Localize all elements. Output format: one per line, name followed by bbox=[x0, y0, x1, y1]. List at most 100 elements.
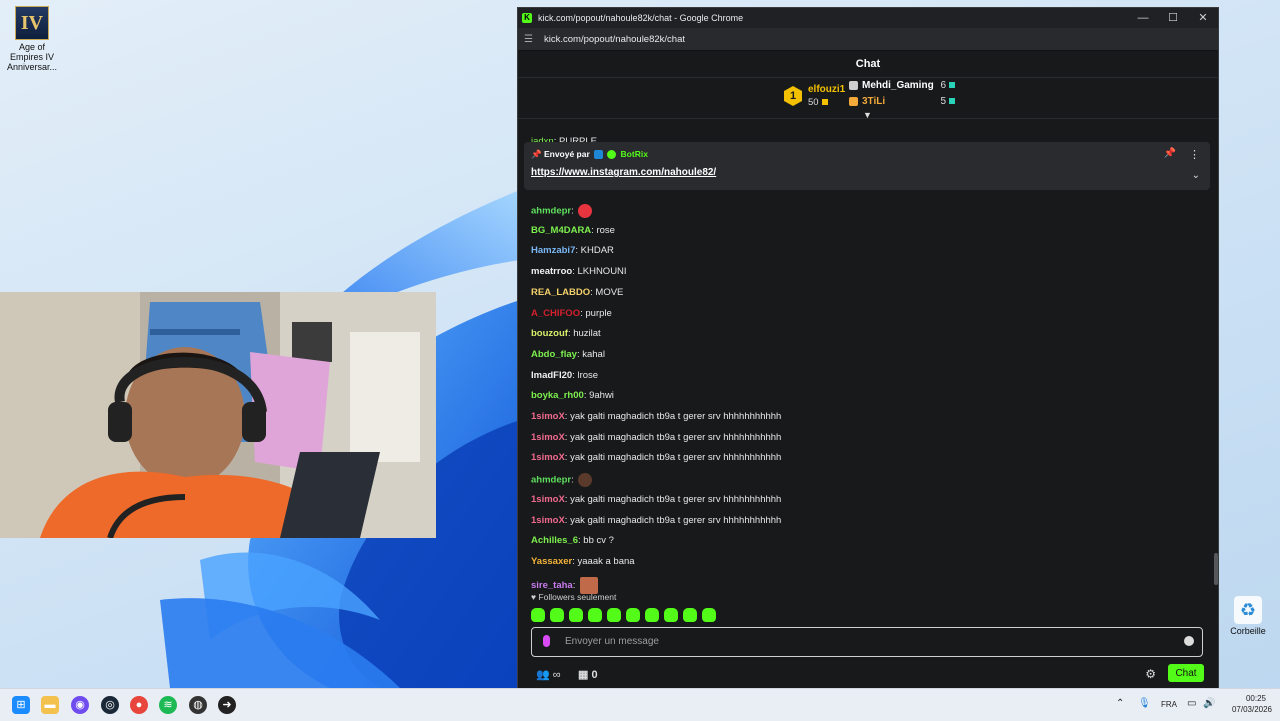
chat-username[interactable]: 1simoX bbox=[531, 432, 565, 443]
chat-header: Chat bbox=[518, 51, 1218, 78]
chat-username[interactable]: ImadFI20 bbox=[531, 370, 572, 381]
chat-emote-icon[interactable] bbox=[578, 204, 593, 218]
app-arrow-icon[interactable]: ➜ bbox=[218, 696, 236, 714]
quick-emote-icon[interactable] bbox=[569, 608, 583, 622]
more-options-icon[interactable]: ⋮ bbox=[1189, 148, 1200, 161]
emoji-picker-icon[interactable] bbox=[1184, 636, 1194, 646]
settings-gear-icon[interactable]: ⚙ bbox=[1145, 667, 1156, 681]
site-settings-icon[interactable]: ☰ bbox=[524, 34, 536, 45]
followers-only-label: Followers seulement bbox=[538, 592, 617, 602]
expand-chevron-icon[interactable]: ⌄ bbox=[1192, 170, 1200, 181]
chat-username[interactable]: meatrroo bbox=[531, 266, 572, 277]
collapse-leaderboard-icon[interactable]: ▼ bbox=[863, 110, 872, 120]
quick-emote-icon[interactable] bbox=[645, 608, 659, 622]
tray-overflow-icon[interactable]: ⌃ bbox=[1116, 698, 1124, 709]
chat-text: yak galti maghadich tb9a t gerer srv hhh… bbox=[570, 493, 782, 505]
window-title-bar[interactable]: K kick.com/popout/nahoule82k/chat - Goog… bbox=[518, 8, 1218, 28]
leaderboard-second[interactable]: Mehdi_Gaming 6 bbox=[849, 80, 955, 91]
quick-emote-icon[interactable] bbox=[588, 608, 602, 622]
quick-emote-icon[interactable] bbox=[550, 608, 564, 622]
discord-icon[interactable]: ◉ bbox=[71, 696, 89, 714]
network-icon[interactable]: ▭ bbox=[1187, 698, 1196, 709]
chat-emote-icon[interactable] bbox=[578, 473, 593, 488]
quick-emote-icon[interactable] bbox=[702, 608, 716, 622]
address-url[interactable]: kick.com/popout/nahoule82k/chat bbox=[544, 34, 685, 45]
chat-username[interactable]: BG_M4DARA bbox=[531, 225, 591, 236]
unpin-icon[interactable]: 📌 bbox=[1164, 148, 1176, 159]
address-bar[interactable]: ☰ kick.com/popout/nahoule82k/chat bbox=[518, 28, 1218, 51]
chat-username[interactable]: A_CHIFOO bbox=[531, 308, 580, 319]
language-indicator[interactable]: FRA bbox=[1161, 700, 1177, 709]
windows-start-icon[interactable]: ⊞ bbox=[12, 696, 30, 714]
gift-icon bbox=[949, 98, 955, 105]
send-chat-button[interactable]: Chat bbox=[1168, 664, 1204, 682]
chat-username[interactable]: REA_LABDO bbox=[531, 287, 590, 298]
followers-only-notice: ♥ Followers seulement bbox=[531, 592, 617, 602]
chat-username[interactable]: bouzouf bbox=[531, 328, 568, 339]
clock-time[interactable]: 00:25 bbox=[1246, 694, 1266, 703]
clock-date[interactable]: 07/03/2026 bbox=[1232, 705, 1272, 714]
age-of-empires-desktop-icon[interactable]: IV Age of Empires IV Anniversar... bbox=[4, 6, 60, 72]
volume-icon[interactable]: 🔊 bbox=[1203, 698, 1215, 709]
chat-username[interactable]: boyka_rh00 bbox=[531, 390, 584, 401]
chrome-icon[interactable]: ● bbox=[130, 696, 148, 714]
desktop-icon-label: Age of Empires IV Anniversar... bbox=[6, 42, 58, 72]
message-input-placeholder[interactable]: Envoyer un message bbox=[565, 636, 659, 647]
quick-emote-icon[interactable] bbox=[531, 608, 545, 622]
pinned-message: 📌 Envoyé par BotRix https://www.instagra… bbox=[524, 142, 1210, 190]
chat-text: LKHNOUNI bbox=[577, 266, 627, 278]
chat-username[interactable]: Abdo_flay bbox=[531, 349, 577, 360]
quick-emote-icon[interactable] bbox=[664, 608, 678, 622]
chat-message: Yassaxer: yaaak a bana bbox=[531, 556, 635, 567]
leaderboard-first[interactable]: 1 elfouzi1 50 bbox=[784, 84, 845, 108]
chat-username[interactable]: 1simoX bbox=[531, 452, 565, 463]
leaderboard-first-count: 50 bbox=[808, 97, 819, 108]
chat-username[interactable]: 1simoX bbox=[531, 494, 565, 505]
file-explorer-icon[interactable]: ▬ bbox=[41, 696, 59, 714]
maximize-button[interactable]: ☐ bbox=[1158, 8, 1188, 28]
steam-icon[interactable]: ◎ bbox=[101, 696, 119, 714]
pinned-sender-name[interactable]: BotRix bbox=[621, 149, 648, 159]
chat-message: 1simoX: yak galti maghadich tb9a t gerer… bbox=[531, 494, 781, 505]
chat-text: yak galti maghadich tb9a t gerer srv hhh… bbox=[570, 431, 782, 443]
leaderboard-first-name: elfouzi1 bbox=[808, 84, 846, 95]
microphone-tray-icon[interactable]: 🎙 bbox=[1138, 698, 1151, 709]
chat-message: 1simoX: yak galti maghadich tb9a t gerer… bbox=[531, 452, 781, 463]
webcam-overlay bbox=[0, 292, 436, 538]
chat-username[interactable]: Yassaxer bbox=[531, 556, 572, 567]
chat-username[interactable]: 1simoX bbox=[531, 411, 565, 422]
recycle-bin-desktop-icon[interactable]: ♻ Corbeille bbox=[1226, 596, 1270, 636]
obs-icon[interactable]: ◍ bbox=[189, 696, 207, 714]
kick-logo-icon: K bbox=[522, 13, 532, 23]
chat-scrollbar[interactable] bbox=[1214, 553, 1218, 585]
chat-username[interactable]: ahmdepr bbox=[531, 206, 571, 217]
chat-text: yaaak a bana bbox=[577, 555, 635, 567]
microphone-icon[interactable] bbox=[543, 635, 550, 647]
minimize-button[interactable]: — bbox=[1128, 8, 1158, 28]
quick-emote-icon[interactable] bbox=[607, 608, 621, 622]
store-count-value: 0 bbox=[591, 669, 598, 681]
store-count[interactable]: ▦ 0 bbox=[578, 668, 598, 681]
message-input[interactable]: Envoyer un message bbox=[531, 627, 1203, 657]
gift-icon bbox=[821, 99, 828, 106]
close-button[interactable]: ✕ bbox=[1188, 8, 1218, 28]
chat-username[interactable]: Hamzabi7 bbox=[531, 245, 575, 256]
chat-text: MOVE bbox=[595, 286, 624, 298]
chat-message: Achilles_6: bb cv ? bbox=[531, 535, 614, 546]
quick-emote-icon[interactable] bbox=[626, 608, 640, 622]
aoe-logo-icon: IV bbox=[15, 6, 49, 40]
chat-message: 1simoX: yak galti maghadich tb9a t gerer… bbox=[531, 411, 781, 422]
spotify-icon[interactable]: ≋ bbox=[159, 696, 177, 714]
leaderboard-third[interactable]: 3TiLi 5 bbox=[849, 96, 955, 107]
chat-username[interactable]: 1simoX bbox=[531, 515, 565, 526]
window-title: kick.com/popout/nahoule82k/chat - Google… bbox=[538, 13, 744, 23]
pinned-link[interactable]: https://www.instagram.com/nahoule82/ bbox=[531, 167, 716, 178]
chat-username[interactable]: sire_taha bbox=[531, 580, 573, 591]
rank-1-badge-icon: 1 bbox=[784, 86, 802, 106]
chat-message: 1simoX: yak galti maghadich tb9a t gerer… bbox=[531, 432, 781, 443]
chat-username[interactable]: ahmdepr bbox=[531, 475, 571, 486]
user-count[interactable]: 👥 ∞ bbox=[536, 668, 561, 681]
quick-emote-icon[interactable] bbox=[683, 608, 697, 622]
chat-username[interactable]: Achilles_6 bbox=[531, 535, 578, 546]
leaderboard-third-count: 5 bbox=[940, 96, 946, 107]
